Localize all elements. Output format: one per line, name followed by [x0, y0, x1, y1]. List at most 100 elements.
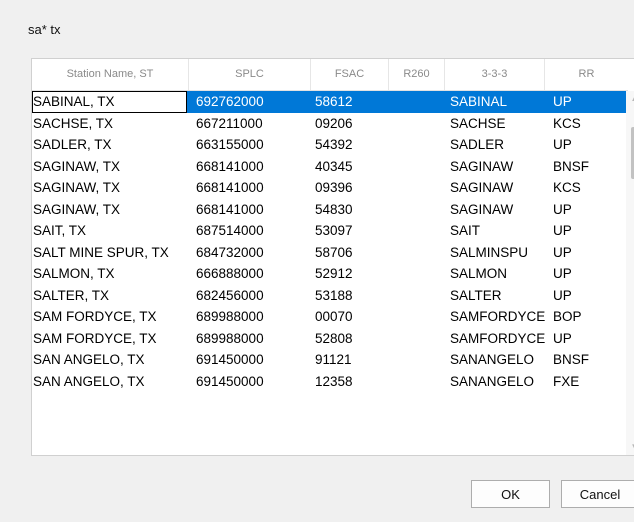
code-333-cell: SALMINSPU: [450, 244, 529, 260]
scroll-down-arrow-icon[interactable]: ▼: [626, 439, 634, 455]
rr-cell: UP: [553, 201, 572, 217]
table-row[interactable]: SAM FORDYCE, TX 689988000 52808 SAMFORDYCE U…: [32, 328, 628, 350]
code-333-cell: SAMFORDYCE: [450, 330, 545, 346]
column-header-station-name[interactable]: Station Name, ST: [32, 59, 189, 90]
station-name-cell: SAN ANGELO, TX: [33, 373, 145, 389]
table-row[interactable]: SABINAL, TX 692762000 58612 SABINAL UP: [32, 91, 628, 113]
r260-cell: [389, 371, 445, 393]
column-header-r260[interactable]: R260: [389, 59, 445, 90]
splc-cell: 691450000: [196, 373, 264, 389]
code-333-cell: SAIT: [450, 223, 481, 238]
column-header-fsac[interactable]: FSAC: [311, 59, 389, 90]
column-header-rr[interactable]: RR: [545, 59, 628, 90]
rr-cell: UP: [553, 287, 572, 303]
splc-cell: 682456000: [196, 287, 264, 303]
code-333-cell: SACHSE: [450, 115, 506, 131]
station-name-cell: SALT MINE SPUR, TX: [33, 244, 169, 260]
rr-cell: UP: [553, 266, 572, 281]
code-333-cell: SAGINAW: [450, 201, 514, 217]
scroll-up-arrow-icon[interactable]: ▲: [626, 91, 634, 107]
table-row[interactable]: SADLER, TX 663155000 54392 SADLER UP: [32, 134, 628, 156]
table-row[interactable]: SALMON, TX 666888000 52912 SALMON UP: [32, 263, 628, 285]
table-row[interactable]: SAN ANGELO, TX 691450000 91121 SANANGELO BNS…: [32, 349, 628, 371]
search-query-text: sa* tx: [28, 22, 61, 37]
r260-cell: [389, 220, 445, 242]
rr-cell: KCS: [553, 180, 581, 195]
table-row[interactable]: SALT MINE SPUR, TX 684732000 58706 SALMINSP…: [32, 242, 628, 264]
table-row[interactable]: SAGINAW, TX 668141000 40345 SAGINAW BNSF: [32, 156, 628, 178]
r260-cell: [389, 306, 445, 328]
rr-cell: BOP: [553, 309, 582, 324]
r260-cell: [389, 113, 445, 135]
fsac-cell: 53097: [315, 223, 353, 238]
r260-cell: [389, 263, 445, 285]
grid-rows: SABINAL, TX 692762000 58612 SABINAL UP SACHSE…: [32, 91, 628, 392]
code-333-cell: SABINAL: [450, 94, 508, 109]
fsac-cell: 40345: [315, 158, 353, 174]
table-row[interactable]: SAIT, TX 687514000 53097 SAIT UP: [32, 220, 628, 242]
rr-cell: UP: [553, 223, 572, 238]
vertical-scrollbar[interactable]: ▲ ▼: [626, 91, 634, 455]
fsac-cell: 00070: [315, 309, 353, 324]
station-name-cell: SACHSE, TX: [33, 115, 114, 131]
code-333-cell: SANANGELO: [450, 352, 535, 367]
table-row[interactable]: SALTER, TX 682456000 53188 SALTER UP: [32, 285, 628, 307]
splc-cell: 691450000: [196, 352, 264, 367]
station-name-cell: SABINAL, TX: [32, 91, 187, 113]
splc-cell: 692762000: [196, 94, 264, 109]
rr-cell: UP: [553, 137, 572, 152]
r260-cell: [389, 328, 445, 350]
cancel-button[interactable]: Cancel: [561, 480, 634, 508]
r260-cell: [389, 91, 445, 113]
r260-cell: [389, 285, 445, 307]
r260-cell: [389, 156, 445, 178]
code-333-cell: SAGINAW: [450, 180, 514, 195]
splc-cell: 666888000: [196, 266, 264, 281]
station-name-cell: SAGINAW, TX: [33, 180, 121, 195]
column-header-333[interactable]: 3-3-3: [445, 59, 545, 90]
splc-cell: 684732000: [196, 244, 264, 260]
column-header-splc[interactable]: SPLC: [189, 59, 311, 90]
rr-cell: FXE: [553, 373, 580, 389]
splc-cell: 668141000: [196, 180, 264, 195]
fsac-cell: 52912: [315, 266, 353, 281]
code-333-cell: SANANGELO: [450, 373, 535, 389]
fsac-cell: 58612: [315, 94, 353, 109]
ok-button[interactable]: OK: [471, 480, 550, 508]
station-name-cell: SAM FORDYCE, TX: [33, 330, 157, 346]
station-name-cell: SALMON, TX: [33, 266, 115, 281]
r260-cell: [389, 242, 445, 264]
splc-cell: 663155000: [196, 137, 264, 152]
rr-cell: UP: [553, 330, 572, 346]
fsac-cell: 09206: [315, 115, 353, 131]
code-333-cell: SAMFORDYCE: [450, 309, 545, 324]
r260-cell: [389, 349, 445, 371]
r260-cell: [389, 177, 445, 199]
fsac-cell: 58706: [315, 244, 353, 260]
grid-header: Station Name, ST SPLC FSAC R260 3-3-3 RR: [32, 59, 628, 91]
splc-cell: 689988000: [196, 309, 264, 324]
splc-cell: 687514000: [196, 223, 264, 238]
fsac-cell: 12358: [315, 373, 353, 389]
table-row[interactable]: SAGINAW, TX 668141000 54830 SAGINAW UP: [32, 199, 628, 221]
code-333-cell: SALMON: [450, 266, 508, 281]
fsac-cell: 54830: [315, 201, 353, 217]
rr-cell: BNSF: [553, 158, 590, 174]
table-row[interactable]: SACHSE, TX 667211000 09206 SACHSE KCS: [32, 113, 628, 135]
splc-cell: 667211000: [196, 115, 263, 131]
table-row[interactable]: SAM FORDYCE, TX 689988000 00070 SAMFORDYCE B…: [32, 306, 628, 328]
table-row[interactable]: SAGINAW, TX 668141000 09396 SAGINAW KCS: [32, 177, 628, 199]
rr-cell: BNSF: [553, 352, 590, 367]
station-results-grid[interactable]: Station Name, ST SPLC FSAC R260 3-3-3 RR…: [31, 58, 634, 456]
fsac-cell: 52808: [315, 330, 353, 346]
station-name-cell: SAN ANGELO, TX: [33, 352, 145, 367]
station-name-cell: SALTER, TX: [33, 287, 110, 303]
station-name-cell: SAGINAW, TX: [33, 158, 121, 174]
rr-cell: UP: [553, 244, 572, 260]
station-name-cell: SAIT, TX: [33, 223, 87, 238]
station-name-cell: SADLER, TX: [33, 137, 112, 152]
table-row[interactable]: SAN ANGELO, TX 691450000 12358 SANANGELO FXE: [32, 371, 628, 393]
rr-cell: KCS: [553, 115, 581, 131]
fsac-cell: 09396: [315, 180, 353, 195]
splc-cell: 668141000: [196, 201, 264, 217]
